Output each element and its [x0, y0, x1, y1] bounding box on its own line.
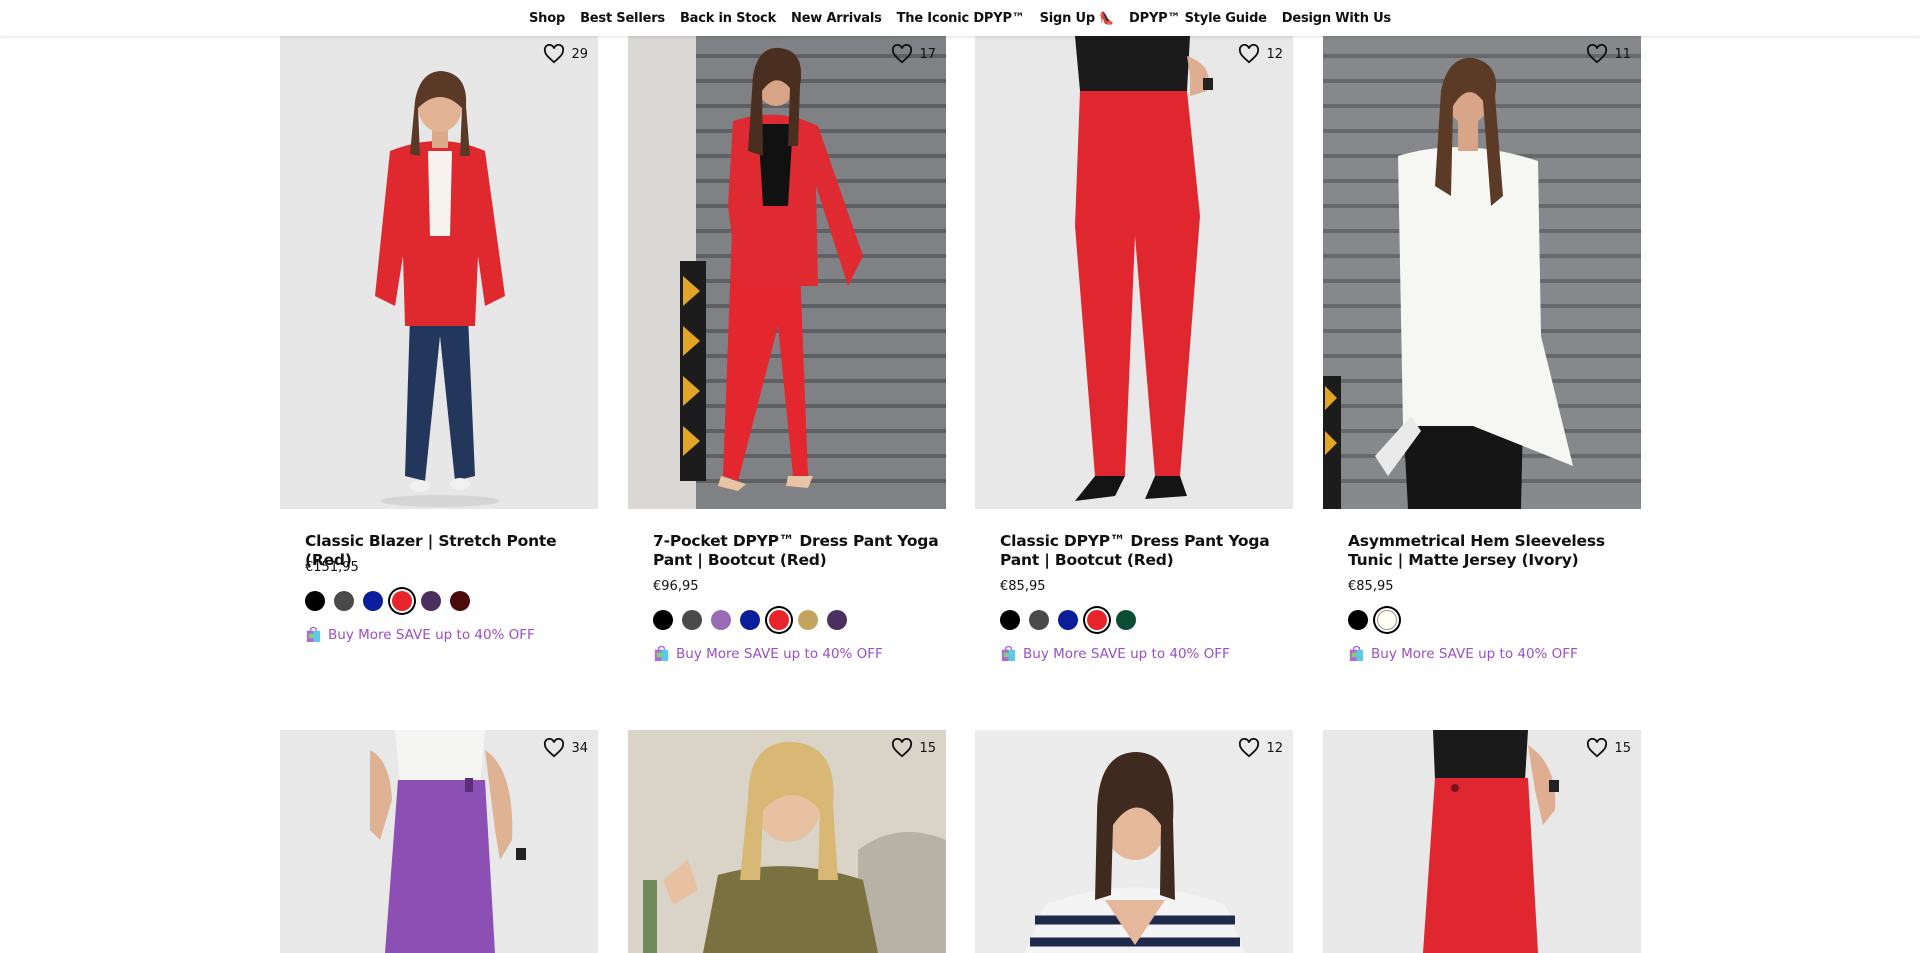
wishlist-button[interactable]: 15 [891, 738, 936, 758]
promo-text: Buy More SAVE up to 40% OFF [1371, 645, 1578, 662]
color-swatch[interactable] [769, 610, 789, 630]
shopping-bag-icon [1001, 645, 1016, 662]
product-title[interactable]: 7-Pocket DPYP™ Dress Pant Yoga Pant | Bo… [653, 532, 943, 570]
like-count: 12 [1266, 740, 1283, 756]
like-count: 17 [919, 46, 936, 62]
nav-style-guide[interactable]: DPYP™ Style Guide [1129, 11, 1267, 26]
color-swatch[interactable] [1000, 610, 1020, 630]
heel-shoe-icon: 👠 [1099, 10, 1115, 25]
wishlist-button[interactable]: 12 [1238, 44, 1283, 64]
product-card[interactable]: 12 [975, 730, 1293, 953]
nav-shop[interactable]: Shop [529, 11, 565, 26]
product-card[interactable]: 17 7-Pocket DPYP™ Dress Pant Yoga Pant |… [628, 36, 946, 662]
like-count: 12 [1266, 46, 1283, 62]
color-swatch[interactable] [1029, 610, 1049, 630]
color-swatch[interactable] [1377, 610, 1397, 630]
color-swatch[interactable] [653, 610, 673, 630]
product-price: €96,95 [653, 579, 699, 594]
color-swatch[interactable] [711, 610, 731, 630]
shopping-bag-icon [654, 645, 669, 662]
heart-icon [1587, 44, 1608, 64]
wishlist-button[interactable]: 29 [543, 44, 588, 64]
color-swatch[interactable] [392, 591, 412, 611]
shopping-bag-icon [1349, 645, 1364, 662]
color-swatch[interactable] [682, 610, 702, 630]
heart-icon [892, 44, 913, 64]
color-swatch[interactable] [1348, 610, 1368, 630]
heart-icon [1239, 44, 1260, 64]
promo-text: Buy More SAVE up to 40% OFF [328, 626, 535, 643]
color-swatches [305, 591, 470, 611]
product-image[interactable]: 12 [975, 36, 1293, 509]
color-swatch[interactable] [421, 591, 441, 611]
wishlist-button[interactable]: 15 [1586, 738, 1631, 758]
shopping-bag-icon [306, 626, 321, 643]
color-swatch[interactable] [450, 591, 470, 611]
like-count: 34 [571, 740, 588, 756]
product-card[interactable]: 29 Classic Blazer | Stretch Ponte (Red) … [280, 36, 598, 643]
color-swatch[interactable] [1058, 610, 1078, 630]
heart-icon [544, 738, 565, 758]
color-swatches [1348, 610, 1397, 630]
like-count: 29 [571, 46, 588, 62]
product-card[interactable]: 15 [1323, 730, 1641, 953]
color-swatches [1000, 610, 1136, 630]
nav-iconic-dpyp[interactable]: The Iconic DPYP™ [897, 11, 1025, 26]
product-image[interactable]: 17 [628, 36, 946, 509]
product-image[interactable]: 15 [1323, 730, 1641, 953]
heart-icon [1587, 738, 1608, 758]
product-title[interactable]: Asymmetrical Hem Sleeveless Tunic | Matt… [1348, 532, 1638, 570]
product-card[interactable]: 12 Classic DPYP™ Dress Pant Yoga Pant | … [975, 36, 1293, 662]
product-image[interactable]: 12 [975, 730, 1293, 953]
product-title[interactable]: Classic DPYP™ Dress Pant Yoga Pant | Boo… [1000, 532, 1290, 570]
nav-sign-up[interactable]: Sign Up 👠 [1039, 10, 1115, 26]
color-swatch[interactable] [334, 591, 354, 611]
product-price: €151,95 [305, 560, 359, 575]
product-image[interactable]: 11 [1323, 36, 1641, 509]
product-image[interactable]: 34 [280, 730, 598, 953]
product-card[interactable]: 15 [628, 730, 946, 953]
product-price: €85,95 [1348, 579, 1394, 594]
product-image[interactable]: 29 [280, 36, 598, 509]
nav-sign-up-label: Sign Up [1039, 10, 1096, 26]
color-swatch[interactable] [798, 610, 818, 630]
nav-back-in-stock[interactable]: Back in Stock [680, 11, 776, 26]
promo-link[interactable]: Buy More SAVE up to 40% OFF [653, 645, 883, 662]
nav-new-arrivals[interactable]: New Arrivals [791, 11, 882, 26]
wishlist-button[interactable]: 12 [1238, 738, 1283, 758]
color-swatch[interactable] [1087, 610, 1107, 630]
heart-icon [892, 738, 913, 758]
heart-icon [544, 44, 565, 64]
nav-best-sellers[interactable]: Best Sellers [580, 11, 665, 26]
product-image[interactable]: 15 [628, 730, 946, 953]
product-price: €85,95 [1000, 579, 1046, 594]
heart-icon [1239, 738, 1260, 758]
wishlist-button[interactable]: 11 [1586, 44, 1631, 64]
color-swatch[interactable] [363, 591, 383, 611]
promo-link[interactable]: Buy More SAVE up to 40% OFF [305, 626, 535, 643]
product-card[interactable]: 34 [280, 730, 598, 953]
color-swatches [653, 610, 847, 630]
nav-design-with-us[interactable]: Design With Us [1282, 11, 1391, 26]
like-count: 11 [1614, 46, 1631, 62]
promo-link[interactable]: Buy More SAVE up to 40% OFF [1000, 645, 1230, 662]
product-card[interactable]: 11 Asymmetrical Hem Sleeveless Tunic | M… [1323, 36, 1641, 662]
top-navigation: Shop Best Sellers Back in Stock New Arri… [0, 0, 1920, 36]
wishlist-button[interactable]: 34 [543, 738, 588, 758]
promo-link[interactable]: Buy More SAVE up to 40% OFF [1348, 645, 1578, 662]
color-swatch[interactable] [827, 610, 847, 630]
promo-text: Buy More SAVE up to 40% OFF [1023, 645, 1230, 662]
like-count: 15 [919, 740, 936, 756]
color-swatch[interactable] [740, 610, 760, 630]
color-swatch[interactable] [305, 591, 325, 611]
promo-text: Buy More SAVE up to 40% OFF [676, 645, 883, 662]
like-count: 15 [1614, 740, 1631, 756]
color-swatch[interactable] [1116, 610, 1136, 630]
wishlist-button[interactable]: 17 [891, 44, 936, 64]
